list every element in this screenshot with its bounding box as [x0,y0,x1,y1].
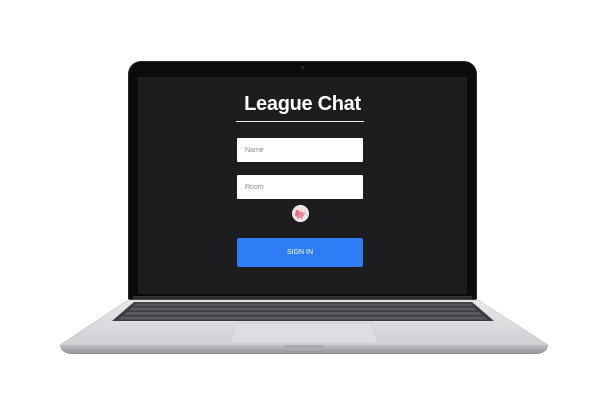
laptop-mockup: League Chat SIGN IN [0,0,612,408]
laptop-base [59,299,550,354]
